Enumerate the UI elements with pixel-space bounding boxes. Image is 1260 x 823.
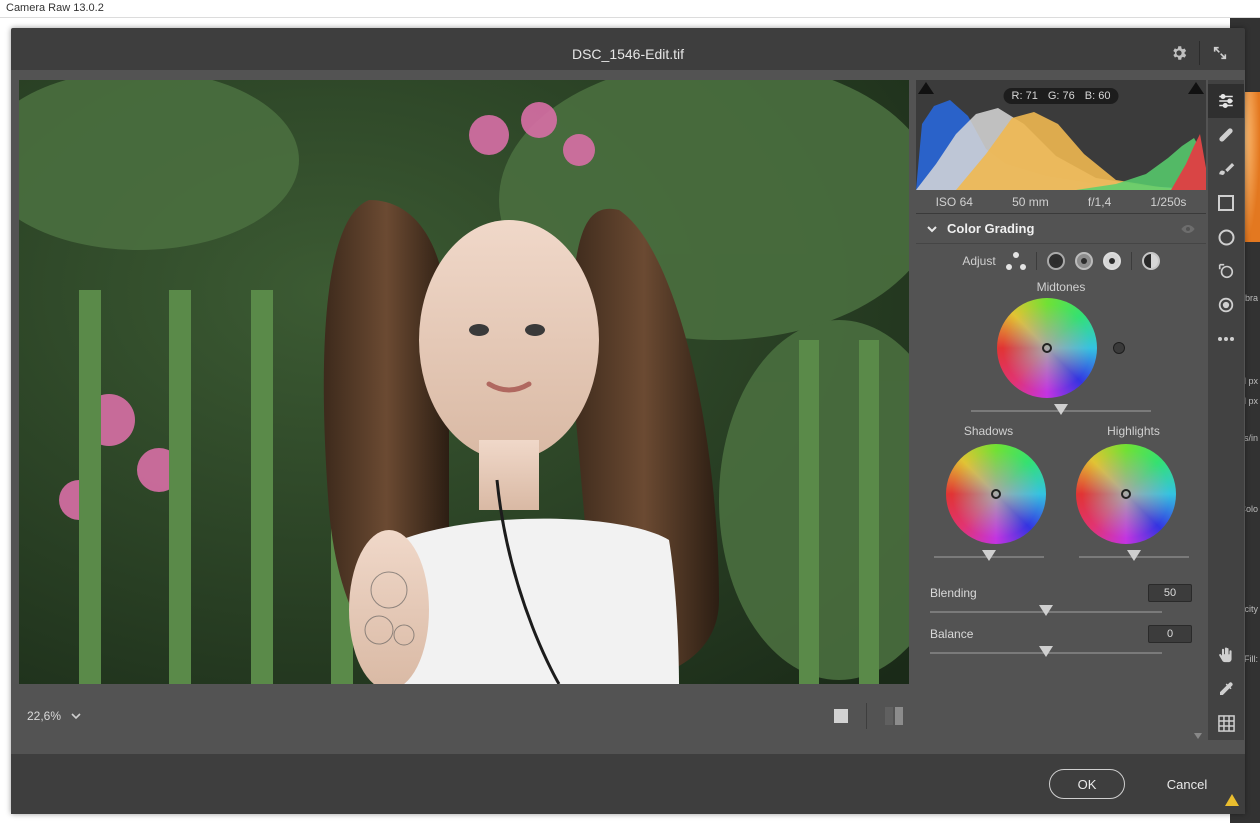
- redeye-icon: [1217, 296, 1235, 314]
- adjust-global-button[interactable]: [1142, 252, 1160, 270]
- scroll-down-arrow[interactable]: [1192, 732, 1204, 740]
- eye-icon: [1180, 223, 1196, 235]
- radial-filter-tool[interactable]: [1208, 220, 1244, 254]
- visibility-toggle[interactable]: [1180, 223, 1196, 235]
- dialog-footer: OK Cancel: [11, 754, 1245, 814]
- ok-button[interactable]: OK: [1049, 769, 1125, 799]
- gear-icon: [1170, 44, 1188, 62]
- eyedropper-icon: [1217, 680, 1235, 698]
- highlights-label: Highlights: [1061, 420, 1206, 440]
- wheel-picker-dot[interactable]: [1042, 343, 1052, 353]
- midtones-label: Midtones: [916, 276, 1206, 296]
- exif-shutter: 1/250s: [1150, 195, 1186, 209]
- highlights-luminance-slider[interactable]: [1079, 550, 1189, 564]
- histogram-graph: [916, 94, 1206, 190]
- balance-input[interactable]: [1148, 625, 1192, 643]
- highlights-color-wheel[interactable]: [1076, 444, 1176, 544]
- wheel-picker-dot[interactable]: [1121, 489, 1131, 499]
- highlight-clip-indicator[interactable]: [1188, 82, 1204, 94]
- edit-panel: R: 71 G: 76 B: 60 ISO 64 50 mm f/1,4 1/2…: [916, 80, 1206, 740]
- graduated-filter-tool[interactable]: [1208, 186, 1244, 220]
- adjust-midtones-button[interactable]: [1075, 252, 1093, 270]
- circle-icon: [1218, 229, 1235, 246]
- section-title: Color Grading: [947, 221, 1034, 236]
- separator: [1036, 252, 1037, 270]
- zoom-dropdown[interactable]: 22,6%: [19, 709, 81, 723]
- grid-tool[interactable]: [1208, 706, 1244, 740]
- blending-input[interactable]: [1148, 584, 1192, 602]
- ellipsis-icon: [1217, 336, 1235, 342]
- brush-icon: [1217, 160, 1235, 178]
- fullscreen-icon: [1212, 45, 1228, 61]
- shadow-clip-indicator[interactable]: [918, 82, 934, 94]
- adjust-highlights-button[interactable]: [1103, 252, 1121, 270]
- spot-removal-tool[interactable]: [1208, 118, 1244, 152]
- os-window-title: Camera Raw 13.0.2: [0, 0, 1260, 18]
- blending-row: Blending: [916, 580, 1206, 602]
- shadows-luminance-slider[interactable]: [934, 550, 1044, 564]
- preview-footer: 22,6%: [19, 695, 909, 737]
- zoom-value: 22,6%: [27, 709, 61, 723]
- adjust-shadows-button[interactable]: [1047, 252, 1065, 270]
- target-plus-icon: [1217, 262, 1235, 280]
- balance-slider[interactable]: [930, 646, 1162, 660]
- dialog-header: DSC_1546-Edit.tif: [11, 28, 1245, 70]
- targeted-adjustment-tool[interactable]: [1208, 254, 1244, 288]
- square-icon: [1218, 195, 1234, 211]
- exif-readout: ISO 64 50 mm f/1,4 1/250s: [916, 190, 1206, 214]
- wheel-picker-dot[interactable]: [991, 489, 1001, 499]
- hand-tool[interactable]: [1208, 638, 1244, 672]
- midtones-luminance-slider[interactable]: [971, 404, 1151, 418]
- image-preview[interactable]: [19, 80, 909, 684]
- balance-row: Balance: [916, 621, 1206, 643]
- chevron-down-icon: [71, 711, 81, 721]
- bandage-icon: [1216, 125, 1236, 145]
- exif-focal: 50 mm: [1012, 195, 1049, 209]
- midtones-color-wheel[interactable]: [997, 298, 1097, 398]
- settings-button[interactable]: [1162, 38, 1196, 68]
- fullscreen-button[interactable]: [1203, 38, 1237, 68]
- exif-aperture: f/1,4: [1088, 195, 1111, 209]
- sliders-icon: [1217, 93, 1235, 109]
- ps-label: l px: [1244, 376, 1258, 386]
- shadows-label: Shadows: [916, 420, 1061, 440]
- camera-raw-dialog: DSC_1546-Edit.tif: [11, 28, 1245, 814]
- edit-tool[interactable]: [1208, 84, 1244, 118]
- ps-label: Fill:: [1244, 654, 1258, 664]
- adjust-mode-row: Adjust: [916, 244, 1206, 276]
- adjustment-brush-tool[interactable]: [1208, 152, 1244, 186]
- separator: [866, 703, 867, 729]
- exif-iso: ISO 64: [936, 195, 973, 209]
- more-tools[interactable]: [1208, 322, 1244, 356]
- shadows-color-wheel[interactable]: [946, 444, 1046, 544]
- hand-icon: [1217, 646, 1235, 664]
- single-view-button[interactable]: [834, 709, 848, 723]
- warning-icon[interactable]: [1225, 794, 1239, 806]
- blending-slider[interactable]: [930, 605, 1162, 619]
- section-color-grading-header[interactable]: Color Grading: [916, 214, 1206, 244]
- ps-label: l px: [1244, 396, 1258, 406]
- cancel-button[interactable]: Cancel: [1149, 769, 1225, 799]
- color-sampler-tool[interactable]: [1208, 672, 1244, 706]
- red-eye-tool[interactable]: [1208, 288, 1244, 322]
- separator: [1131, 252, 1132, 270]
- balance-label: Balance: [930, 627, 973, 641]
- dialog-body: 22,6% R: 71 G: 76 B: 60: [11, 70, 1245, 754]
- adjust-label: Adjust: [962, 254, 995, 268]
- chevron-down-icon: [926, 223, 938, 235]
- before-after-button[interactable]: [885, 707, 903, 725]
- adjust-three-way-button[interactable]: [1006, 252, 1026, 270]
- histogram[interactable]: R: 71 G: 76 B: 60: [916, 80, 1206, 190]
- midtones-luminance-dot[interactable]: [1113, 342, 1125, 354]
- separator: [1199, 41, 1200, 65]
- tool-strip: [1208, 80, 1244, 740]
- file-name: DSC_1546-Edit.tif: [572, 46, 684, 62]
- grid-icon: [1218, 715, 1235, 732]
- blending-label: Blending: [930, 586, 977, 600]
